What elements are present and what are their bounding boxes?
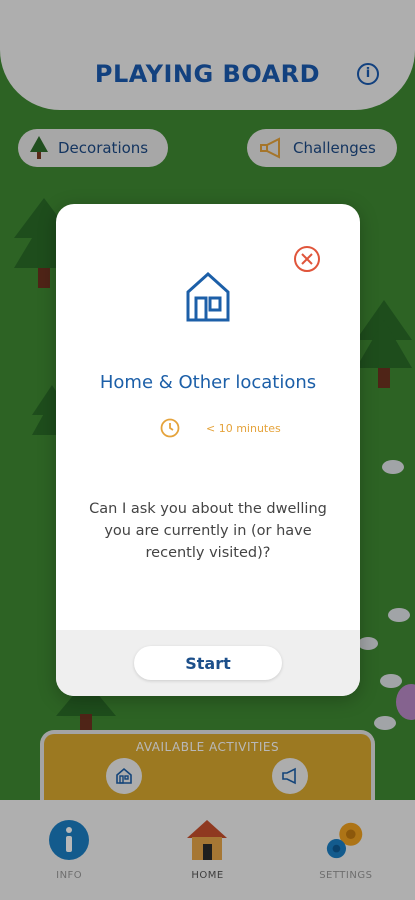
modal-footer: Start xyxy=(56,630,360,696)
close-icon xyxy=(301,253,313,265)
house-icon xyxy=(186,271,230,322)
clock-icon xyxy=(160,418,180,438)
modal-title: Home & Other locations xyxy=(99,372,317,393)
close-button[interactable] xyxy=(294,246,320,272)
start-button[interactable]: Start xyxy=(134,646,282,680)
duration-row: < 10 minutes xyxy=(160,418,281,438)
activity-modal: Home & Other locations < 10 minutes Can … xyxy=(56,204,360,696)
duration-text: < 10 minutes xyxy=(206,421,281,435)
question-text: Can I ask you about the dwelling you are… xyxy=(89,501,327,561)
